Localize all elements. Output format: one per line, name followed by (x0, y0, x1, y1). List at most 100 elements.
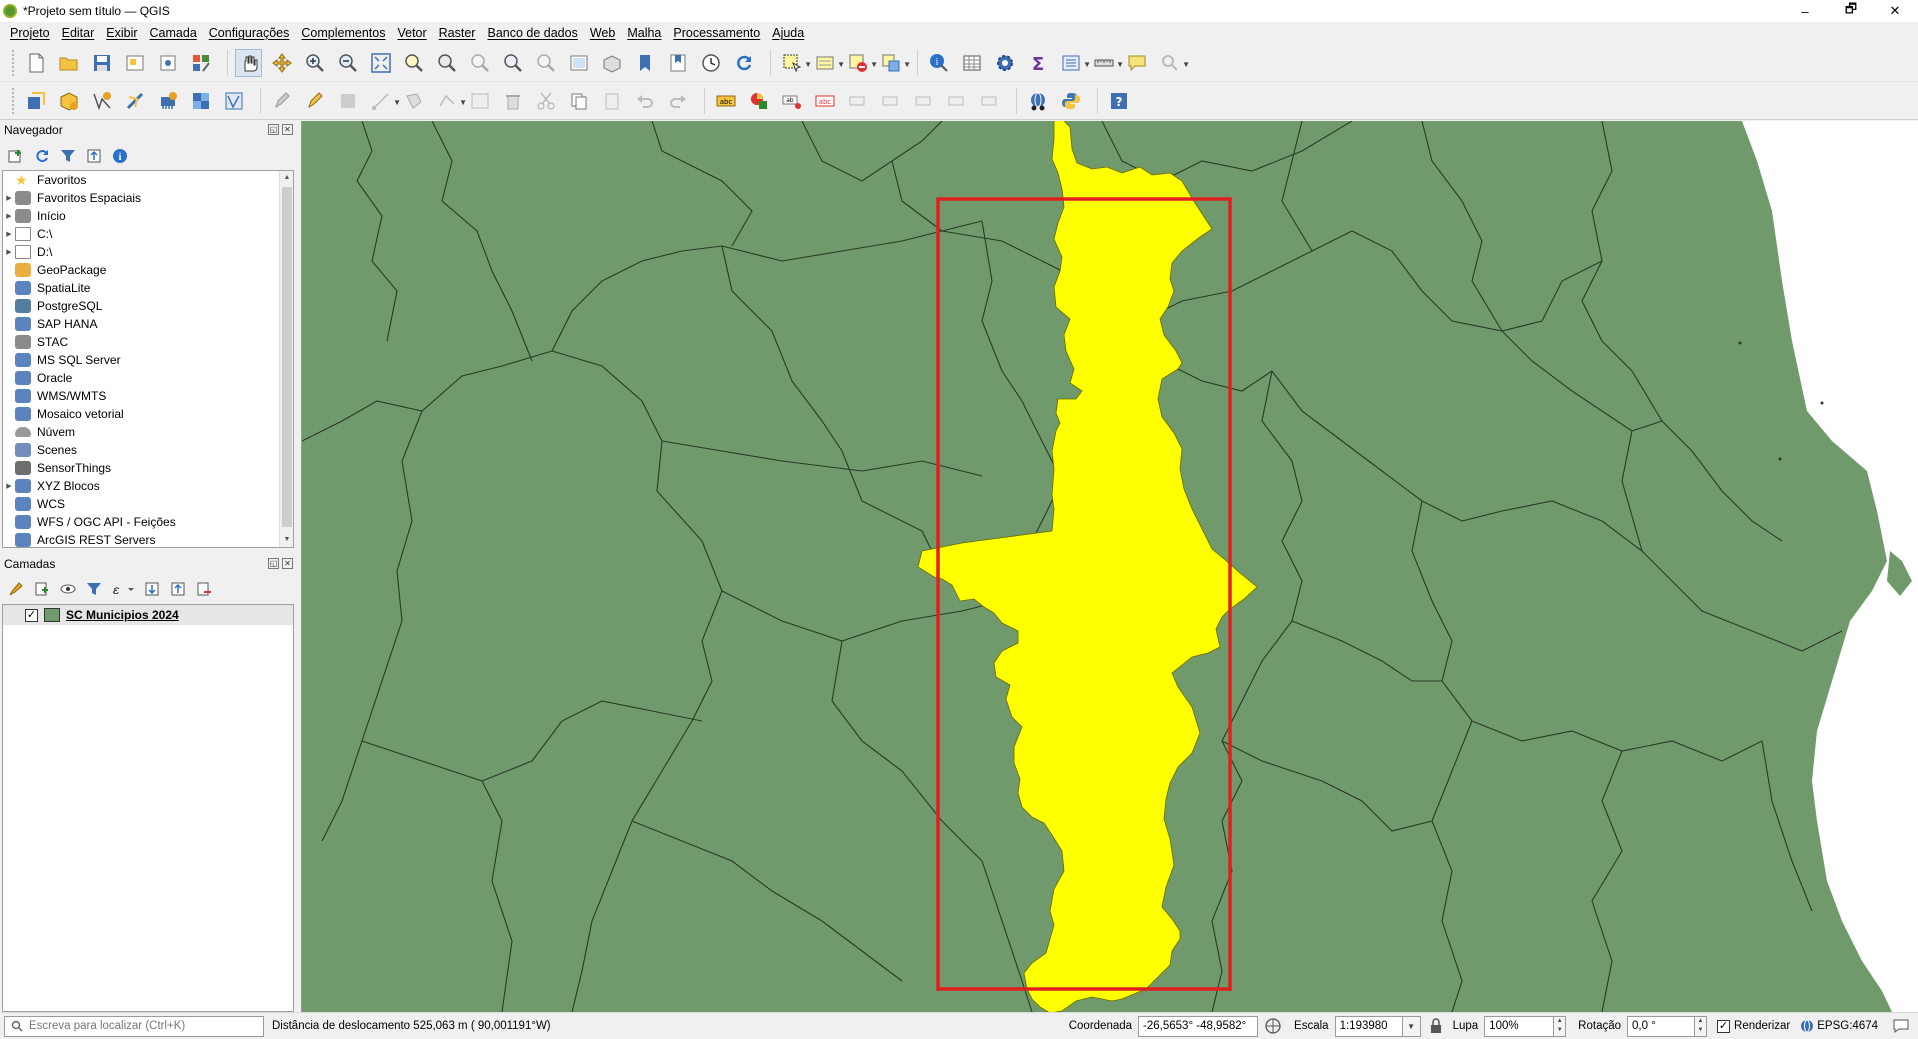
magnifier-spin-icon[interactable]: ▲ ▼ (1554, 1015, 1567, 1037)
lock-icon[interactable] (1429, 1018, 1443, 1034)
help-button[interactable]: ? (1105, 87, 1132, 115)
zoom-last-button[interactable] (499, 49, 526, 77)
new-spatialite-layer-button[interactable] (121, 87, 148, 115)
scroll-down-icon[interactable]: ▼ (280, 533, 293, 547)
layer-labeling-button[interactable]: abc (712, 87, 739, 115)
new-project-button[interactable] (22, 49, 49, 77)
browser-item-wms-wmts[interactable]: WMS/WMTS (3, 387, 293, 405)
menu-malha[interactable]: Malha (621, 26, 667, 40)
save-edits-button[interactable] (334, 87, 361, 115)
temporal-controller-button[interactable] (697, 49, 724, 77)
expand-arrow-icon[interactable]: ▶ (3, 482, 15, 490)
menu-raster[interactable]: Raster (433, 26, 482, 40)
expand-arrow-icon[interactable]: ▶ (3, 248, 15, 256)
data-source-manager-button[interactable] (22, 87, 49, 115)
select-features-button[interactable]: ▼ (778, 49, 812, 77)
add-selected-layers-icon[interactable] (8, 148, 24, 164)
layout-manager-button[interactable] (154, 49, 181, 77)
browser-item-sap-hana[interactable]: SAP HANA (3, 315, 293, 333)
browser-item-d[interactable]: ▶ D:\ (3, 243, 293, 261)
menu-camada[interactable]: Camada (144, 26, 203, 40)
open-layer-styling-button[interactable]: ▼ (1057, 49, 1091, 77)
close-button[interactable]: ✕ (1872, 0, 1918, 22)
select-by-value-button[interactable]: ▼ (811, 49, 845, 77)
magnifier-field[interactable]: 100% (1484, 1015, 1555, 1037)
collapse-all-icon[interactable] (86, 148, 102, 164)
browser-item-xyz-blocos[interactable]: ▶ XYZ Blocos (3, 477, 293, 495)
browser-item-wfs-ogc-api-fei-es[interactable]: WFS / OGC API - Feições (3, 513, 293, 531)
toolbar-grip[interactable] (12, 49, 16, 76)
browser-item-wcs[interactable]: WCS (3, 495, 293, 513)
show-hide-labels-button[interactable] (877, 87, 904, 115)
close-panel-icon[interactable]: ✕ (282, 558, 293, 569)
statistics-button[interactable]: Σ (1024, 49, 1051, 77)
maximize-button[interactable]: 🗗 (1828, 0, 1874, 22)
filter-icon[interactable] (60, 148, 76, 164)
menu-vetor[interactable]: Vetor (391, 26, 432, 40)
change-label-button[interactable] (976, 87, 1003, 115)
style-brush-icon[interactable] (8, 581, 24, 597)
menu-exibir[interactable]: Exibir (100, 26, 143, 40)
browser-scrollbar[interactable]: ▲ ▼ (279, 171, 293, 547)
locator-search-input[interactable]: Escreva para localizar (Ctrl+K) (4, 1015, 264, 1037)
browser-item-c[interactable]: ▶ C:\ (3, 225, 293, 243)
copy-features-button[interactable] (565, 87, 592, 115)
zoom-next-button[interactable] (532, 49, 559, 77)
undo-button[interactable] (631, 87, 658, 115)
coord-field[interactable]: -26,5653° -48,9582° (1138, 1015, 1259, 1037)
zoom-native-button[interactable] (466, 49, 493, 77)
show-bookmarks-button[interactable] (664, 49, 691, 77)
show-unplaced-labels-button[interactable]: abc (811, 87, 838, 115)
layer-diagram-button[interactable] (745, 87, 772, 115)
layer-visibility-checkbox[interactable]: ✓ (25, 608, 38, 622)
filter-expression-icon[interactable]: ε (112, 581, 134, 597)
attribute-table-button[interactable] (958, 49, 985, 77)
expand-all-icon[interactable] (144, 581, 160, 597)
message-log-icon[interactable] (1892, 1017, 1910, 1035)
refresh-button[interactable] (730, 49, 757, 77)
browser-item-oracle[interactable]: Oracle (3, 369, 293, 387)
expand-arrow-icon[interactable]: ▶ (3, 230, 15, 238)
zoom-to-layer-button[interactable] (433, 49, 460, 77)
scale-dropdown-icon[interactable]: ▼ (1402, 1015, 1421, 1037)
add-vector-layer-button[interactable] (220, 87, 247, 115)
map-tips-button[interactable] (1123, 49, 1150, 77)
crs-globe-icon[interactable] (1800, 1019, 1814, 1033)
zoom-full-button[interactable] (367, 49, 394, 77)
menu-banco-de-dados[interactable]: Banco de dados (481, 26, 583, 40)
new-map-view-button[interactable] (565, 49, 592, 77)
close-panel-icon[interactable]: ✕ (282, 124, 293, 135)
filter-legend-icon[interactable] (86, 581, 102, 597)
remove-layer-icon[interactable] (196, 581, 212, 597)
cut-features-button[interactable] (532, 87, 559, 115)
highlight-pinned-labels-button[interactable]: ab (778, 87, 805, 115)
select-location-button[interactable]: ▼ (877, 49, 911, 77)
modify-attributes-button[interactable] (466, 87, 493, 115)
layer-row[interactable]: ✓ SC Municipios 2024 (3, 605, 293, 625)
paste-features-button[interactable] (598, 87, 625, 115)
redo-button[interactable] (664, 87, 691, 115)
scroll-up-icon[interactable]: ▲ (280, 171, 293, 185)
python-console-button[interactable] (1057, 87, 1084, 115)
browser-item-postgresql[interactable]: PostgreSQL (3, 297, 293, 315)
browser-item-sensorthings[interactable]: SensorThings (3, 459, 293, 477)
new-geopackage-layer-button[interactable] (55, 87, 82, 115)
pan-map-button[interactable] (235, 48, 262, 77)
collapse-all-icon[interactable] (170, 581, 186, 597)
add-polygon-button[interactable] (400, 87, 427, 115)
save-project-button[interactable] (88, 49, 115, 77)
browser-item-favoritos-espaciais[interactable]: ▶ Favoritos Espaciais (3, 189, 293, 207)
digitize-line-button[interactable]: ▼ (367, 87, 401, 115)
info-icon[interactable]: i (112, 148, 128, 164)
pin-labels-button[interactable] (844, 87, 871, 115)
scale-field[interactable]: 1:193980 (1334, 1015, 1403, 1037)
map-canvas[interactable] (301, 121, 1918, 1012)
toolbox-button[interactable] (991, 49, 1018, 77)
refresh-icon[interactable] (34, 148, 50, 164)
menu-complementos[interactable]: Complementos (295, 26, 391, 40)
menu-configuracoes[interactable]: Configurações (203, 26, 296, 40)
browser-item-stac[interactable]: STAC (3, 333, 293, 351)
menu-web[interactable]: Web (584, 26, 621, 40)
crs-label[interactable]: EPSG:4674 (1817, 1020, 1878, 1032)
scroll-thumb[interactable] (282, 187, 292, 527)
